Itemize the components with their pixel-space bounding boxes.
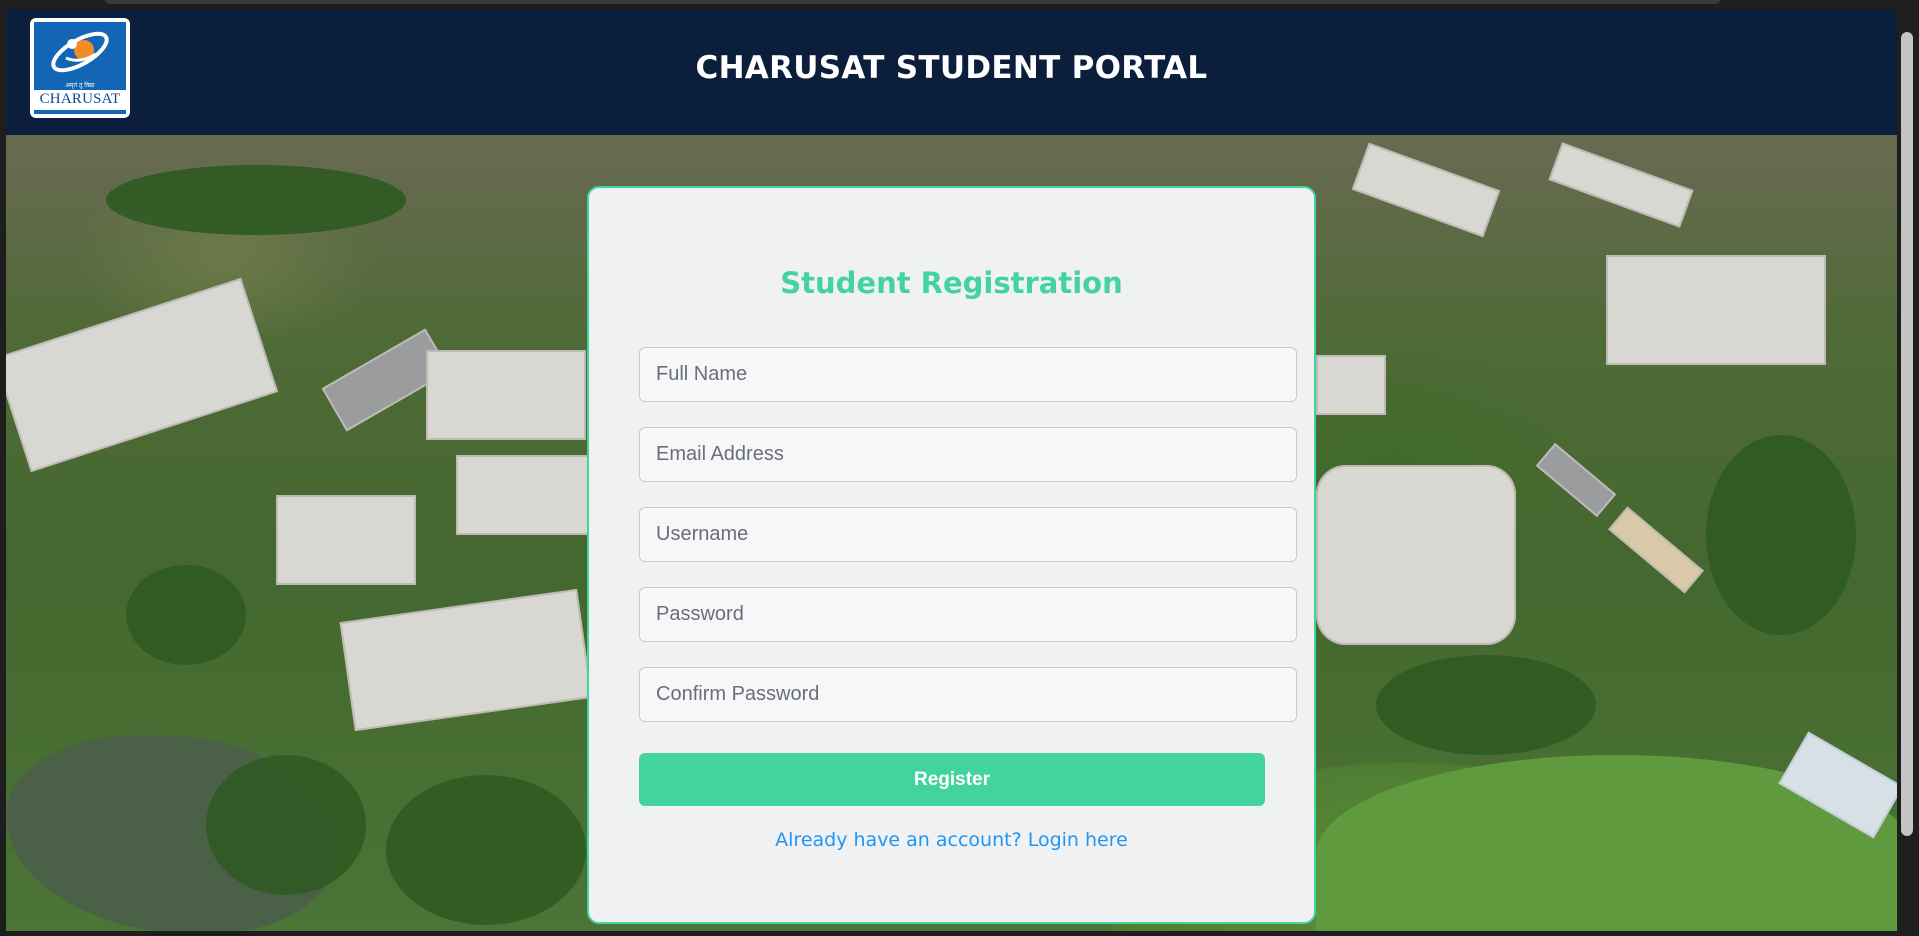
tree-cluster xyxy=(206,755,366,895)
login-link[interactable]: Already have an account? Login here xyxy=(589,829,1314,851)
username-input[interactable] xyxy=(639,507,1297,562)
tree-cluster xyxy=(106,165,406,235)
building xyxy=(276,495,416,585)
browser-top-bar xyxy=(105,0,1720,4)
registration-card: Student Registration Register Already ha… xyxy=(587,186,1316,924)
building xyxy=(1535,442,1617,518)
email-input[interactable] xyxy=(639,427,1297,482)
building xyxy=(6,277,279,473)
building xyxy=(1316,465,1516,645)
building xyxy=(1608,506,1704,594)
site-header: अमृतं तु विद्या CHARUSAT CHARUSAT STUDEN… xyxy=(6,10,1897,135)
tree-cluster xyxy=(1376,655,1596,755)
password-input[interactable] xyxy=(639,587,1297,642)
building xyxy=(1351,142,1501,238)
building xyxy=(339,588,593,732)
building xyxy=(1548,142,1694,228)
tree-cluster xyxy=(126,565,246,665)
register-button[interactable]: Register xyxy=(639,753,1265,806)
registration-title: Student Registration xyxy=(780,266,1123,300)
confirm-password-input[interactable] xyxy=(639,667,1297,722)
building xyxy=(1606,255,1826,365)
page-title: CHARUSAT STUDENT PORTAL xyxy=(695,50,1208,86)
tree-cluster xyxy=(386,775,586,925)
tree-cluster xyxy=(1706,435,1856,635)
building xyxy=(426,350,586,440)
building xyxy=(1316,355,1386,415)
full-name-input[interactable] xyxy=(639,347,1297,402)
building xyxy=(456,455,596,535)
logo-text: CHARUSAT xyxy=(30,90,130,110)
scrollbar-thumb[interactable] xyxy=(1901,32,1913,836)
